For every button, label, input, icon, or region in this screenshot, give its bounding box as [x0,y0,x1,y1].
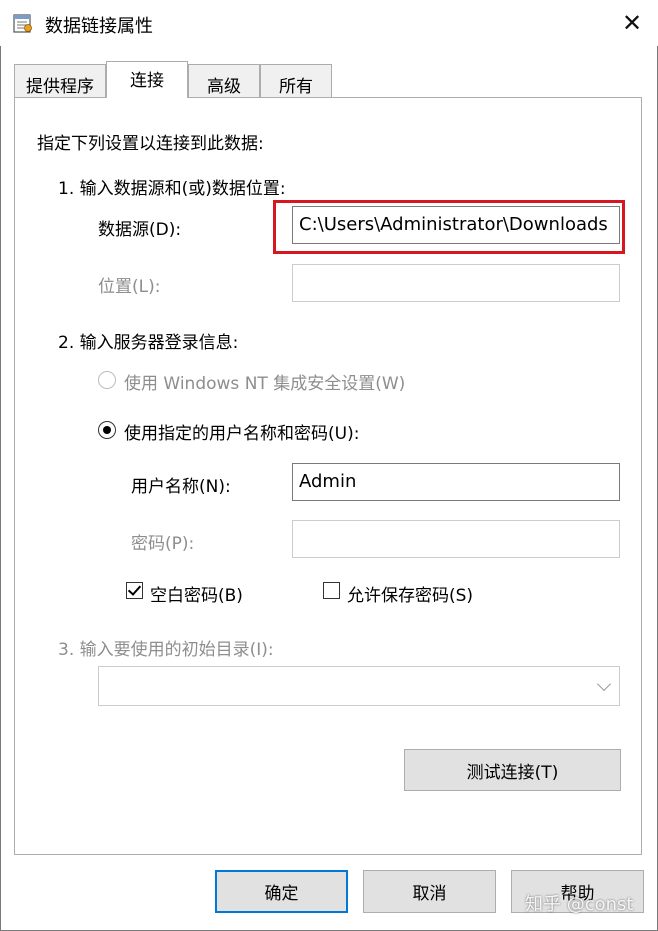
radio-custom-label: 使用指定的用户名称和密码(U): [124,424,360,444]
close-button[interactable]: ✕ [612,6,652,40]
radio-selected-dot [103,426,111,434]
allow-save-password-label: 允许保存密码(S) [347,586,474,606]
step2-heading: 2. 输入服务器登录信息: [58,333,239,353]
button-label: 取消 [412,884,447,904]
radio-nt-label: 使用 Windows NT 集成安全设置(W) [124,374,406,394]
allow-save-password-checkbox[interactable] [323,582,340,599]
tab-advanced[interactable]: 高级 [188,64,260,97]
datasource-input[interactable]: C:\Users\Administrator\Downloads [292,206,620,244]
tab-label: 所有 [279,77,313,97]
chevron-down-icon [596,676,612,692]
username-label: 用户名称(N): [131,477,231,497]
location-label: 位置(L): [98,277,161,297]
datasource-label: 数据源(D): [98,220,182,240]
button-label: 测试连接(T) [466,762,559,783]
title-bar[interactable]: 数据链接属性 ✕ [0,0,658,46]
tab-provider[interactable]: 提供程序 [14,64,106,97]
initial-catalog-combobox[interactable] [98,666,620,706]
ok-button[interactable]: 确定 [215,870,348,913]
check-icon [127,582,142,596]
tab-all[interactable]: 所有 [260,64,332,97]
close-icon: ✕ [621,9,643,37]
cancel-button[interactable]: 取消 [363,870,496,913]
step3-heading: 3. 输入要使用的初始目录(I): [58,640,274,660]
blank-password-label: 空白密码(B) [150,586,243,606]
tab-label: 连接 [130,71,164,91]
window-title: 数据链接属性 [45,16,153,37]
blank-password-checkbox[interactable] [126,582,143,599]
radio-custom-login[interactable] [98,421,116,439]
tab-connection[interactable]: 连接 [106,61,188,98]
data-link-icon [13,12,33,34]
password-label: 密码(P): [131,534,195,554]
username-input[interactable]: Admin [292,463,620,501]
test-connection-button[interactable]: 测试连接(T) [404,749,621,791]
password-input[interactable] [292,520,620,558]
intro-text: 指定下列设置以连接到此数据: [37,134,264,154]
tab-label: 提供程序 [26,77,94,97]
watermark-text: 知乎 @const [525,894,634,915]
step1-heading: 1. 输入数据源和(或)数据位置: [58,179,286,199]
button-label: 确定 [264,884,299,904]
location-input[interactable] [292,264,620,302]
tab-label: 高级 [207,77,241,97]
radio-nt-security[interactable] [98,371,116,389]
